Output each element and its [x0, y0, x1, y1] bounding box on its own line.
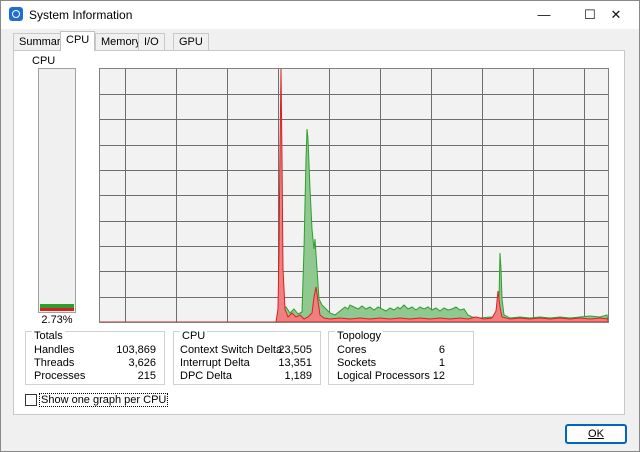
totals-title: Totals	[32, 330, 65, 342]
title-bar[interactable]: System Information — ☐ ✕	[1, 1, 639, 29]
ok-button[interactable]: OK	[565, 424, 627, 444]
topology-group: Topology Cores 6 Sockets 1 Logical Proce…	[328, 330, 474, 385]
totals-group: Totals Handles 103,869 Threads 3,626 Pro…	[25, 330, 165, 385]
ok-button-label: OK	[588, 428, 604, 440]
processes-label: Processes	[34, 370, 86, 382]
sockets-label: Sockets	[337, 357, 377, 369]
cpu-usage-percent: 2.73%	[41, 314, 73, 326]
system-information-window: System Information — ☐ ✕ Summary CPU Mem…	[0, 0, 640, 452]
cpu-stats-title: CPU	[180, 330, 208, 342]
minimize-button[interactable]: —	[521, 1, 567, 29]
cpu-meter-label: CPU	[32, 55, 56, 67]
one-graph-per-cpu-label[interactable]: Show one graph per CPU	[39, 393, 169, 407]
tab-gpu[interactable]: GPU	[173, 33, 209, 50]
threads-label: Threads	[34, 357, 75, 369]
context-switch-delta-value: 23,505	[278, 344, 312, 356]
cpu-history-graph	[99, 68, 609, 323]
cpu-meter-kernel-fill	[40, 308, 74, 311]
close-button[interactable]: ✕	[593, 1, 639, 29]
threads-value: 3,626	[128, 357, 156, 369]
topology-title: Topology	[335, 330, 384, 342]
cores-label: Cores	[337, 344, 367, 356]
cpu-history-svg	[100, 69, 608, 322]
processes-value: 215	[137, 370, 156, 382]
handles-value: 103,869	[116, 344, 156, 356]
interrupt-delta-value: 13,351	[278, 357, 312, 369]
cpu-usage-meter	[38, 68, 76, 313]
sockets-value: 1	[438, 357, 445, 369]
interrupt-delta-label: Interrupt Delta	[180, 357, 250, 369]
app-icon	[9, 7, 23, 21]
graph-gridlines	[100, 69, 608, 322]
cores-value: 6	[438, 344, 445, 356]
tab-cpu[interactable]: CPU	[60, 31, 96, 51]
context-switch-delta-label: Context Switch Delta	[180, 344, 283, 356]
tab-io[interactable]: I/O	[138, 33, 165, 50]
one-graph-per-cpu-checkbox[interactable]	[25, 394, 37, 406]
dpc-delta-label: DPC Delta	[180, 370, 232, 382]
logical-processors-value: 12	[432, 370, 445, 382]
window-title: System Information	[29, 8, 133, 22]
cpu-stats-group: CPU Context Switch Delta 23,505 Interrup…	[173, 330, 321, 385]
logical-processors-label: Logical Processors	[337, 370, 430, 382]
handles-label: Handles	[34, 344, 75, 356]
dpc-delta-value: 1,189	[284, 370, 312, 382]
